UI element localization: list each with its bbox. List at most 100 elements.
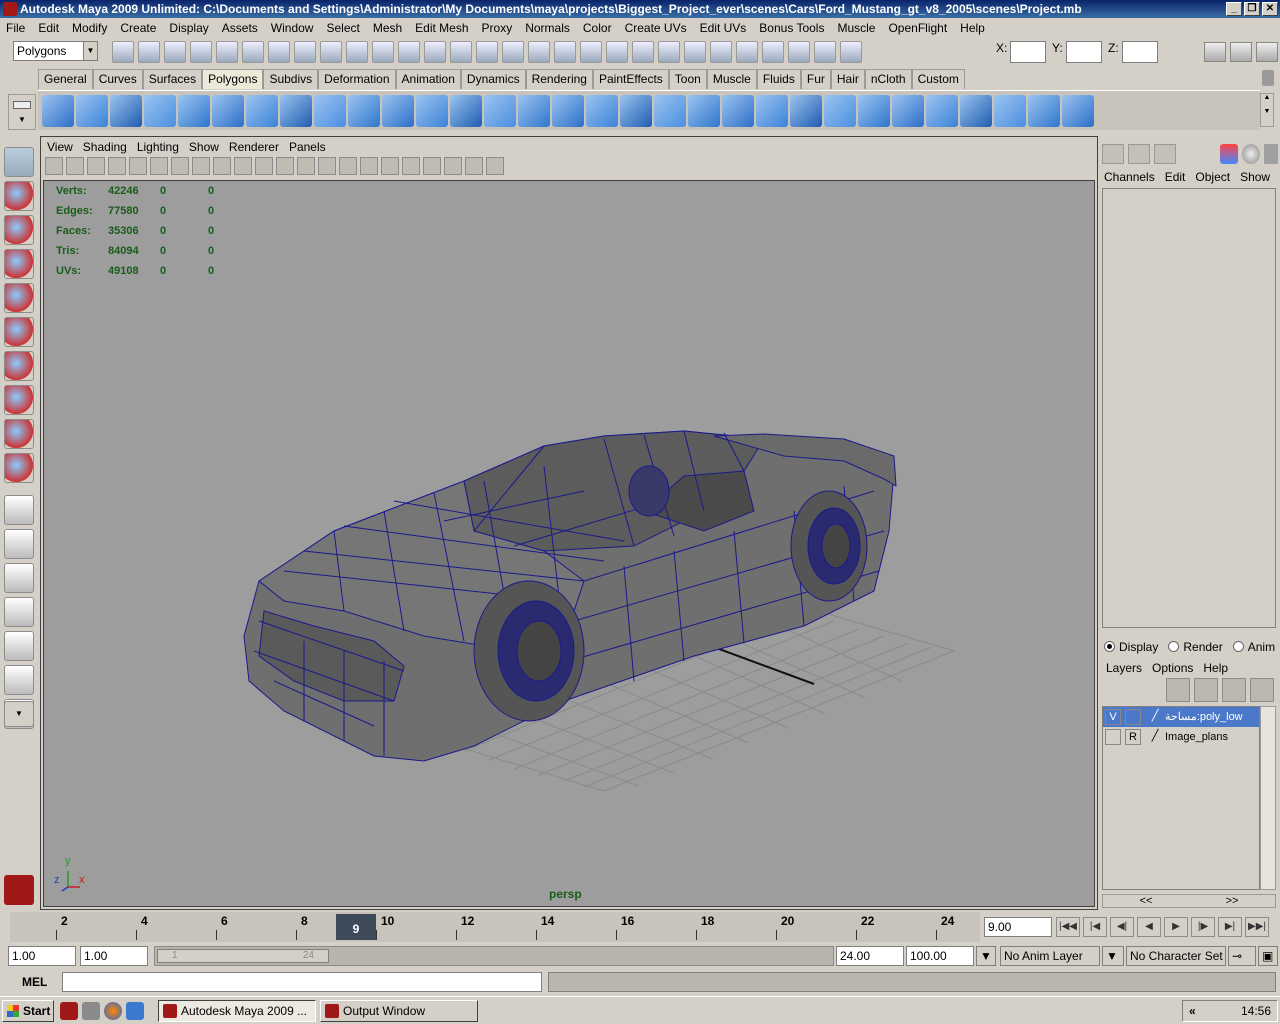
paint-icon[interactable]: [1264, 144, 1278, 164]
xray-icon[interactable]: [402, 157, 420, 175]
new-layer-icon[interactable]: [1222, 678, 1246, 702]
universal-manipulator-icon[interactable]: [4, 351, 34, 381]
step-back-key-icon[interactable]: ◀|: [1110, 917, 1134, 937]
step-forward-key-icon[interactable]: |▶: [1191, 917, 1215, 937]
resolution-gate-icon[interactable]: [213, 157, 231, 175]
planar-mapping-icon[interactable]: [926, 95, 958, 127]
trash-icon[interactable]: [1262, 70, 1274, 86]
menu-window[interactable]: Window: [271, 21, 314, 35]
move-tool-icon[interactable]: [4, 249, 34, 279]
automatic-mapping-icon[interactable]: [1028, 95, 1060, 127]
render-view-icon[interactable]: [486, 157, 504, 175]
menu-edit-uvs[interactable]: Edit UVs: [700, 21, 747, 35]
cylindrical-mapping-icon[interactable]: [960, 95, 992, 127]
make-live-icon[interactable]: [658, 41, 680, 63]
channel-and-layer-toggle-icon[interactable]: [1154, 144, 1176, 164]
layer-scrollbar[interactable]: [1260, 706, 1276, 890]
command-language-label[interactable]: MEL: [22, 975, 47, 989]
separate-icon[interactable]: [450, 95, 482, 127]
snap-point-icon[interactable]: [606, 41, 628, 63]
shelf-tab-toon[interactable]: Toon: [668, 69, 707, 89]
select-deformations-icon[interactable]: [398, 41, 420, 63]
layer-nav-right[interactable]: >>: [1226, 895, 1239, 907]
four-view-layout-icon[interactable]: [4, 529, 34, 559]
y-input[interactable]: [1066, 41, 1102, 63]
input-history-icon[interactable]: [684, 41, 706, 63]
poke-icon[interactable]: [892, 95, 924, 127]
layer-menu-layers[interactable]: Layers: [1106, 661, 1142, 675]
start-button[interactable]: Start: [2, 1000, 54, 1022]
menu-edit[interactable]: Edit: [38, 21, 59, 35]
last-tool-icon[interactable]: [4, 453, 34, 483]
save-scene-icon[interactable]: [164, 41, 186, 63]
poly-cone-icon[interactable]: [144, 95, 176, 127]
use-all-lights-icon[interactable]: [360, 157, 378, 175]
panel-menu-shading[interactable]: Shading: [83, 140, 127, 154]
shadows-icon[interactable]: [381, 157, 399, 175]
playback-end-field[interactable]: 24.00: [836, 946, 904, 966]
poly-helix-icon[interactable]: [314, 95, 346, 127]
menu-display[interactable]: Display: [169, 21, 208, 35]
poly-platonic-icon[interactable]: [382, 95, 414, 127]
close-button[interactable]: ✕: [1262, 2, 1278, 16]
playback-start-field[interactable]: 1.00: [80, 946, 148, 966]
play-forwards-icon[interactable]: ▶: [1164, 917, 1188, 937]
shading-icon[interactable]: [1242, 144, 1260, 164]
poly-plane-icon[interactable]: [178, 95, 210, 127]
layer-type-toggle[interactable]: [1125, 709, 1141, 725]
offset-edge-loop-icon[interactable]: [722, 95, 754, 127]
layer-color-icon[interactable]: ╱: [1147, 709, 1163, 725]
shelf-tab-rendering[interactable]: Rendering: [525, 69, 593, 89]
menu-bonus-tools[interactable]: Bonus Tools: [759, 21, 824, 35]
layer-row-poly-low[interactable]: V ╱ مساحة:poly_low: [1103, 707, 1259, 727]
outliner-icon[interactable]: [1220, 144, 1238, 164]
poly-soccer-ball-icon[interactable]: [348, 95, 380, 127]
radio-anim[interactable]: Anim: [1232, 640, 1275, 654]
menu-openflight[interactable]: OpenFlight: [888, 21, 947, 35]
shelf-tab-custom[interactable]: Custom: [911, 69, 965, 89]
anim-layer-dropdown[interactable]: No Anim Layer: [1000, 946, 1100, 966]
menu-muscle[interactable]: Muscle: [837, 21, 875, 35]
channel-list[interactable]: [1102, 188, 1276, 628]
snap-curve-icon[interactable]: [580, 41, 602, 63]
shelf-tab-fur[interactable]: Fur: [800, 69, 831, 89]
chevron-down-icon[interactable]: ▼: [976, 946, 996, 966]
radio-display[interactable]: Display: [1104, 640, 1158, 654]
poly-torus-icon[interactable]: [212, 95, 244, 127]
attribute-editor-icon[interactable]: [1204, 42, 1226, 62]
select-handles-icon[interactable]: [294, 41, 316, 63]
shelf-tab-animation[interactable]: Animation: [395, 69, 461, 89]
step-back-frame-icon[interactable]: |◀: [1083, 917, 1107, 937]
menu-edit-mesh[interactable]: Edit Mesh: [415, 21, 468, 35]
end-time-field[interactable]: 100.00: [906, 946, 974, 966]
render-settings-icon[interactable]: [840, 41, 862, 63]
menu-set-dropdown[interactable]: Polygons ▼: [13, 41, 98, 61]
x-input[interactable]: [1010, 41, 1046, 63]
layer-visibility-toggle[interactable]: V: [1105, 709, 1121, 725]
new-layer-from-selected-icon[interactable]: [1250, 678, 1274, 702]
output-history-icon[interactable]: [710, 41, 732, 63]
poly-pipe-icon[interactable]: [280, 95, 312, 127]
select-misc-icon[interactable]: [476, 41, 498, 63]
field-chart-icon[interactable]: [255, 157, 273, 175]
soft-modification-icon[interactable]: [4, 385, 34, 415]
spherical-mapping-icon[interactable]: [994, 95, 1026, 127]
layer-type-toggle[interactable]: R: [1125, 729, 1141, 745]
chevron-down-icon[interactable]: ▼: [1102, 946, 1124, 966]
grease-pencil-icon[interactable]: [150, 157, 168, 175]
task-maya[interactable]: Autodesk Maya 2009 ...: [158, 1000, 316, 1022]
shelf-tab-deformation[interactable]: Deformation: [318, 69, 396, 89]
shelf-tab-ncloth[interactable]: nCloth: [864, 69, 912, 89]
render-frame-icon[interactable]: [788, 41, 810, 63]
layer-nav-left[interactable]: <<: [1140, 895, 1153, 907]
append-polygon-icon[interactable]: [620, 95, 652, 127]
channel-box-toggle-icon[interactable]: [1102, 144, 1124, 164]
select-tool-icon[interactable]: [4, 147, 34, 177]
hypershade-layout-icon[interactable]: [4, 631, 34, 661]
wireframe-icon[interactable]: [297, 157, 315, 175]
hud-icon[interactable]: [465, 157, 483, 175]
rotate-tool-icon[interactable]: [4, 283, 34, 313]
shelf-tab-surfaces[interactable]: Surfaces: [142, 69, 203, 89]
shelf-tab-polygons[interactable]: Polygons: [202, 69, 264, 89]
layer-color-icon[interactable]: ╱: [1147, 729, 1163, 745]
